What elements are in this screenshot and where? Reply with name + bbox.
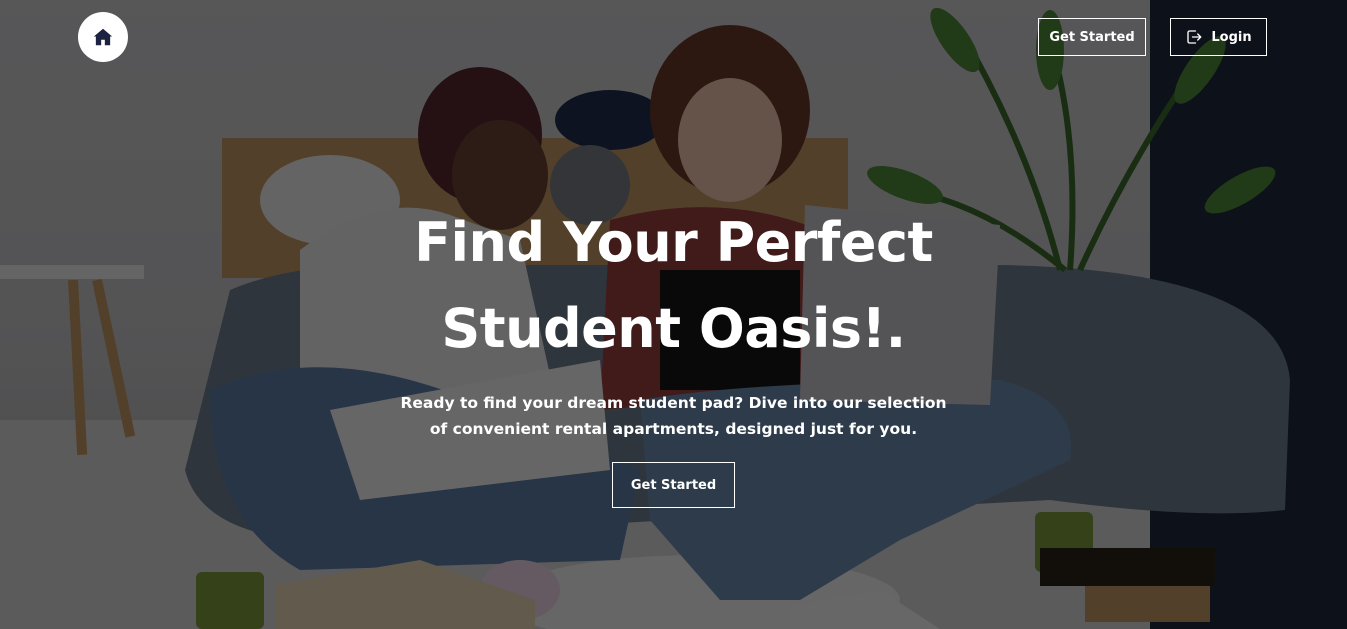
hero-get-started-label: Get Started	[630, 477, 717, 493]
get-started-nav-label: Get Started	[1049, 29, 1135, 45]
hero-get-started-button[interactable]: Get Started	[612, 462, 735, 508]
home-button[interactable]	[78, 12, 128, 62]
hero-section: Find Your Perfect Student Oasis!. Ready …	[0, 200, 1347, 508]
hero-subtitle: Ready to find your dream student pad? Di…	[400, 394, 947, 438]
hero-title: Find Your Perfect Student Oasis!.	[414, 211, 933, 360]
login-button[interactable]: Login	[1170, 18, 1267, 56]
sign-in-icon	[1187, 30, 1202, 44]
get-started-nav-button[interactable]: Get Started	[1038, 18, 1146, 56]
home-icon	[93, 28, 113, 46]
login-label: Login	[1211, 29, 1252, 45]
